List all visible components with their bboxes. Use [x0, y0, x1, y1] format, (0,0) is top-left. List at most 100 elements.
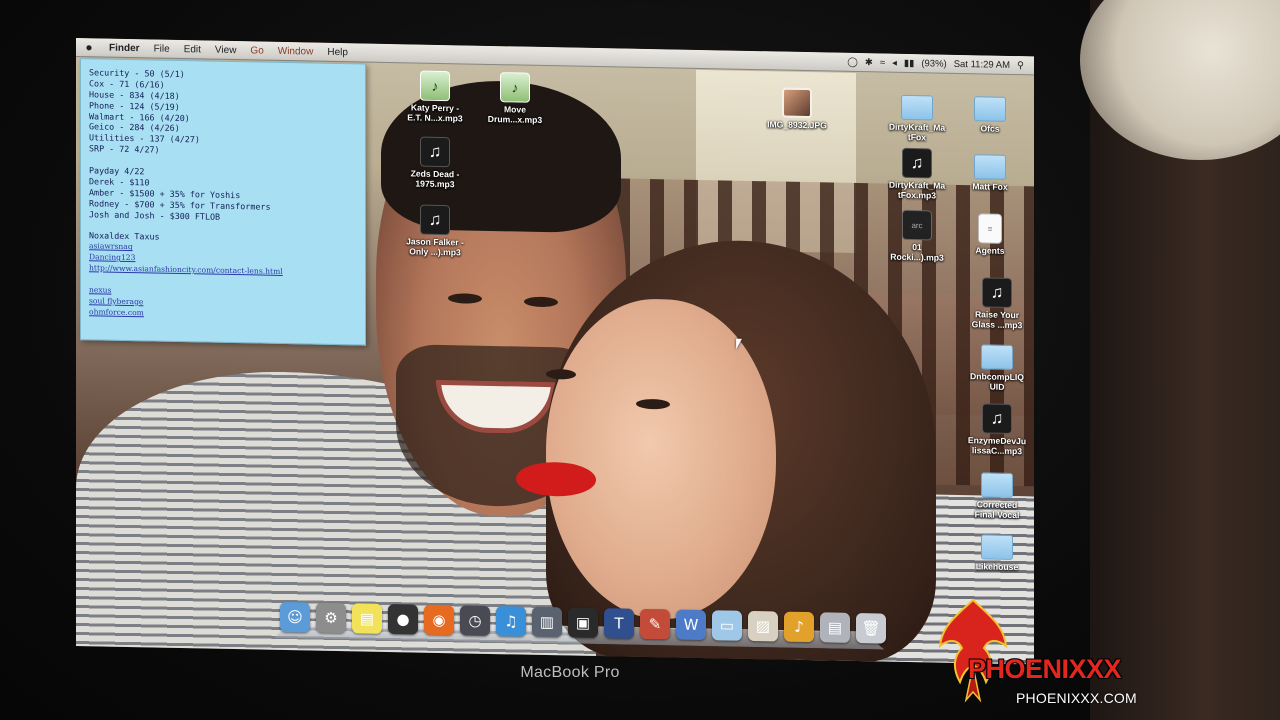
music-note-icon: ♫ — [982, 403, 1012, 434]
desktop-icon[interactable]: IMG_8932.JPG — [756, 87, 838, 131]
desktop-icon-label: DnbcompLIQ UID — [970, 371, 1024, 392]
menu-file[interactable]: File — [147, 43, 177, 55]
desktop-icon[interactable]: arc 01 Rocki...).mp3 — [876, 209, 958, 263]
desktop-icon[interactable]: Likehouse — [956, 529, 1034, 573]
desktop-icon[interactable]: ♫ Raise Your Glass ...mp3 — [956, 277, 1034, 331]
dock-item-itunes[interactable]: ♫ — [496, 606, 526, 637]
desktop-icon-label: Likehouse — [975, 561, 1019, 573]
audio-file-icon: ♪ — [500, 72, 530, 103]
desktop-icon-label: EnzymeDevJu lissaC...mp3 — [967, 435, 1027, 457]
menu-finder[interactable]: Finder — [102, 42, 147, 54]
album-art-icon: arc — [902, 209, 932, 241]
desktop-icon[interactable]: Ofcs — [949, 91, 1031, 135]
dock-item-firefox[interactable]: ◉ — [424, 604, 454, 636]
dock-item-trash[interactable]: 🗑 — [856, 612, 886, 644]
menu-window[interactable]: Window — [271, 45, 321, 57]
time-machine-icon[interactable]: ◯ — [847, 56, 858, 67]
menu-view[interactable]: View — [208, 44, 244, 56]
watermark-name: PHOENIXXX — [968, 654, 1122, 684]
dock-item-textedit[interactable]: T — [604, 608, 634, 639]
text-icon: T — [614, 614, 624, 633]
waveform-icon: W — [683, 615, 699, 634]
desktop-icon-label: Move Drum...x.mp3 — [487, 104, 543, 125]
dock-item-final-cut[interactable]: ▣ — [568, 607, 598, 639]
clapper-icon: ▣ — [575, 613, 591, 632]
dock-item-script-editor[interactable]: ✎ — [640, 608, 670, 640]
battery-icon[interactable]: ▮▮ — [904, 57, 914, 68]
gear-icon: ⚙ — [324, 608, 338, 628]
guitar-icon: ♪ — [794, 617, 804, 636]
dock-item-downloads[interactable]: ▤ — [820, 612, 850, 643]
menu-go[interactable]: Go — [243, 45, 270, 57]
desktop-icon[interactable]: DnbcompLIQ UID — [956, 339, 1034, 393]
image-file-icon — [782, 87, 812, 119]
status-area: ◯ ✱ ≈ ◂ ▮▮ (93%) Sat 11:29 AM ⚲ — [847, 56, 1034, 71]
desktop-icon-label: Corrected Final Vocal — [974, 499, 1020, 521]
dock-item-documents-folder[interactable]: ▭ — [712, 610, 742, 641]
menu-help[interactable]: Help — [320, 46, 355, 58]
menu-edit[interactable]: Edit — [177, 43, 208, 55]
spotlight-search-icon[interactable]: ⚲ — [1017, 60, 1024, 71]
clock-icon: ◷ — [468, 611, 482, 630]
record-icon: ● — [396, 610, 410, 629]
dock-item-stickies[interactable]: ▤ — [352, 603, 382, 634]
dock-item-system-preferences[interactable]: ⚙ — [316, 602, 346, 634]
music-note-icon: ♫ — [504, 612, 518, 631]
music-note-icon: ♫ — [982, 277, 1012, 308]
dock-item-time-machine[interactable]: ◷ — [460, 605, 490, 636]
music-note-icon: ♫ — [902, 147, 932, 179]
desktop-icon-label: Raise Your Glass ...mp3 — [971, 309, 1023, 331]
desktop-icon-label: 01 Rocki...).mp3 — [890, 242, 944, 263]
desktop-icon[interactable]: ♫ Zeds Dead - 1975.mp3 — [394, 136, 476, 190]
desktop-icon[interactable]: Corrected Final Vocal — [956, 467, 1034, 521]
desktop-icon[interactable]: ≡ Agents — [949, 213, 1031, 257]
mouse-cursor — [736, 338, 742, 350]
phoenix-logo-icon — [938, 598, 1008, 703]
music-note-icon: ♫ — [420, 204, 450, 236]
dock-item-garageband[interactable]: ♪ — [784, 611, 814, 643]
folder-icon — [981, 534, 1013, 560]
audio-file-icon: ♪ — [420, 70, 450, 102]
desktop-icon-label: IMG_8932.JPG — [767, 119, 827, 131]
desktop-icon-label: Agents — [975, 245, 1005, 256]
downloads-icon: ▤ — [827, 618, 843, 637]
folder-icon — [901, 94, 933, 121]
desktop-icon-label: DirtyKraft_Ma tFox — [888, 121, 946, 143]
dock-item-audio-app[interactable]: ▥ — [532, 606, 562, 638]
desktop-icon[interactable]: ♪ Katy Perry - E.T. N...x.mp3 — [394, 70, 476, 124]
desktop-icon[interactable]: Matt Fox — [949, 149, 1031, 193]
document-icon: ≡ — [978, 213, 1002, 244]
watermark-site: PHOENIXXX.COM — [1016, 690, 1137, 706]
dock-item-finder[interactable]: ☺ — [280, 601, 310, 633]
desktop-icon-label: Ofcs — [980, 123, 1000, 134]
folder-icon — [974, 96, 1006, 122]
music-note-icon: ♫ — [420, 136, 450, 168]
stickies-icon: ▤ — [359, 609, 375, 628]
folder-icon — [974, 154, 1006, 180]
battery-percent[interactable]: (93%) — [921, 58, 946, 69]
folder-icon: ▭ — [719, 616, 735, 635]
wifi-icon[interactable]: ≈ — [880, 57, 885, 68]
finder-icon: ☺ — [287, 608, 303, 627]
desktop-icon-label: Katy Perry - E.T. N...x.mp3 — [407, 102, 463, 124]
volume-icon[interactable]: ◂ — [892, 57, 897, 68]
desktop-icon[interactable]: ♫ DirtyKraft_Ma tFox.mp3 — [876, 147, 958, 201]
desktop-icon[interactable]: ♫ EnzymeDevJu lissaC...mp3 — [956, 403, 1034, 457]
desktop-icon[interactable]: DirtyKraft_Ma tFox — [876, 89, 958, 143]
desktop-icon[interactable]: ♪ Move Drum...x.mp3 — [474, 72, 556, 126]
desktop-icon-label: Matt Fox — [972, 181, 1008, 192]
desktop-icon[interactable]: ♫ Jason Falker - Only ...).mp3 — [394, 204, 476, 258]
bluetooth-icon[interactable]: ✱ — [865, 57, 873, 68]
apple-icon[interactable]: ● — [76, 40, 102, 54]
desktop-icon-label: DirtyKraft_Ma tFox.mp3 — [888, 179, 946, 201]
photo-icon: ▨ — [755, 617, 771, 636]
stickies-note[interactable]: Security - 50 (5/1) Cox - 71 (6/16) House … — [80, 58, 366, 346]
dock-item-logic[interactable]: ● — [388, 603, 418, 635]
dock-item-preview[interactable]: ▨ — [748, 610, 778, 642]
waveform-icon: ▥ — [539, 612, 555, 632]
folder-icon — [981, 344, 1013, 370]
menu-clock[interactable]: Sat 11:29 AM — [954, 58, 1010, 70]
folder-icon — [981, 472, 1013, 498]
desktop-icon-label: Jason Falker - Only ...).mp3 — [406, 236, 464, 258]
dock-item-ableton[interactable]: W — [676, 609, 706, 641]
